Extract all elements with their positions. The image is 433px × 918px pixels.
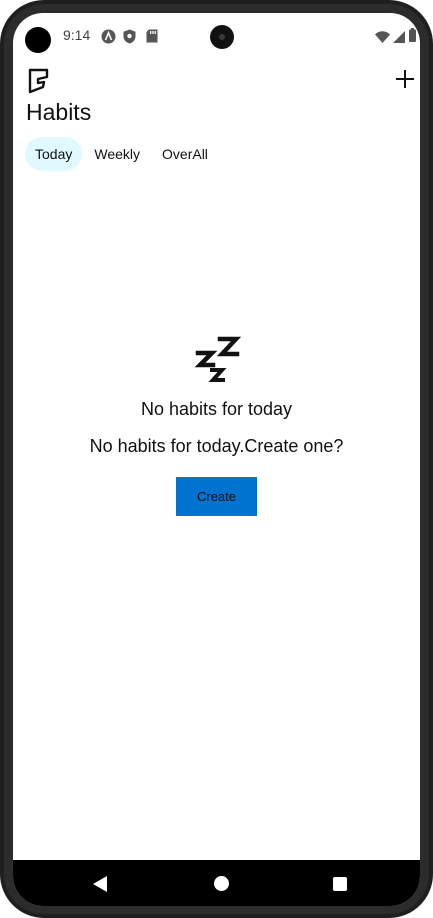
add-habit-button[interactable]	[391, 65, 419, 93]
empty-state-subtitle: No habits for today.Create one?	[89, 436, 344, 456]
page-title: Habits	[26, 99, 92, 125]
shield-icon	[123, 29, 136, 49]
create-button[interactable]: Create	[176, 477, 257, 516]
status-time: 9:14	[63, 27, 91, 43]
plus-icon	[396, 70, 414, 88]
sleep-zzz-icon	[194, 336, 241, 382]
front-camera	[210, 25, 234, 49]
device-frame: 9:14 Habits Today Weekly OverAll No habi…	[0, 0, 433, 918]
android-auto-icon	[101, 29, 116, 49]
status-bar: 9:14	[13, 13, 420, 57]
recents-icon[interactable]	[333, 877, 347, 891]
tab-overall[interactable]: OverAll	[152, 137, 218, 171]
back-icon[interactable]	[93, 876, 107, 892]
empty-state-title: No habits for today	[140, 399, 293, 419]
device-bezel: 9:14 Habits Today Weekly OverAll No habi…	[4, 4, 429, 914]
tab-bar: Today Weekly OverAll	[25, 137, 218, 171]
tab-today[interactable]: Today	[25, 137, 83, 171]
screen: 9:14 Habits Today Weekly OverAll No habi…	[13, 13, 420, 906]
sd-card-icon	[146, 29, 158, 48]
habit-logo-icon	[27, 67, 51, 95]
punch-hole-camera	[25, 27, 51, 53]
home-icon[interactable]	[214, 876, 229, 891]
signal-icon	[393, 30, 405, 48]
system-navigation-bar	[13, 860, 420, 906]
tab-weekly[interactable]: Weekly	[84, 137, 150, 171]
empty-state: No habits for today No habits for today.…	[13, 333, 420, 516]
battery-icon	[409, 28, 416, 47]
wifi-icon	[375, 30, 390, 48]
